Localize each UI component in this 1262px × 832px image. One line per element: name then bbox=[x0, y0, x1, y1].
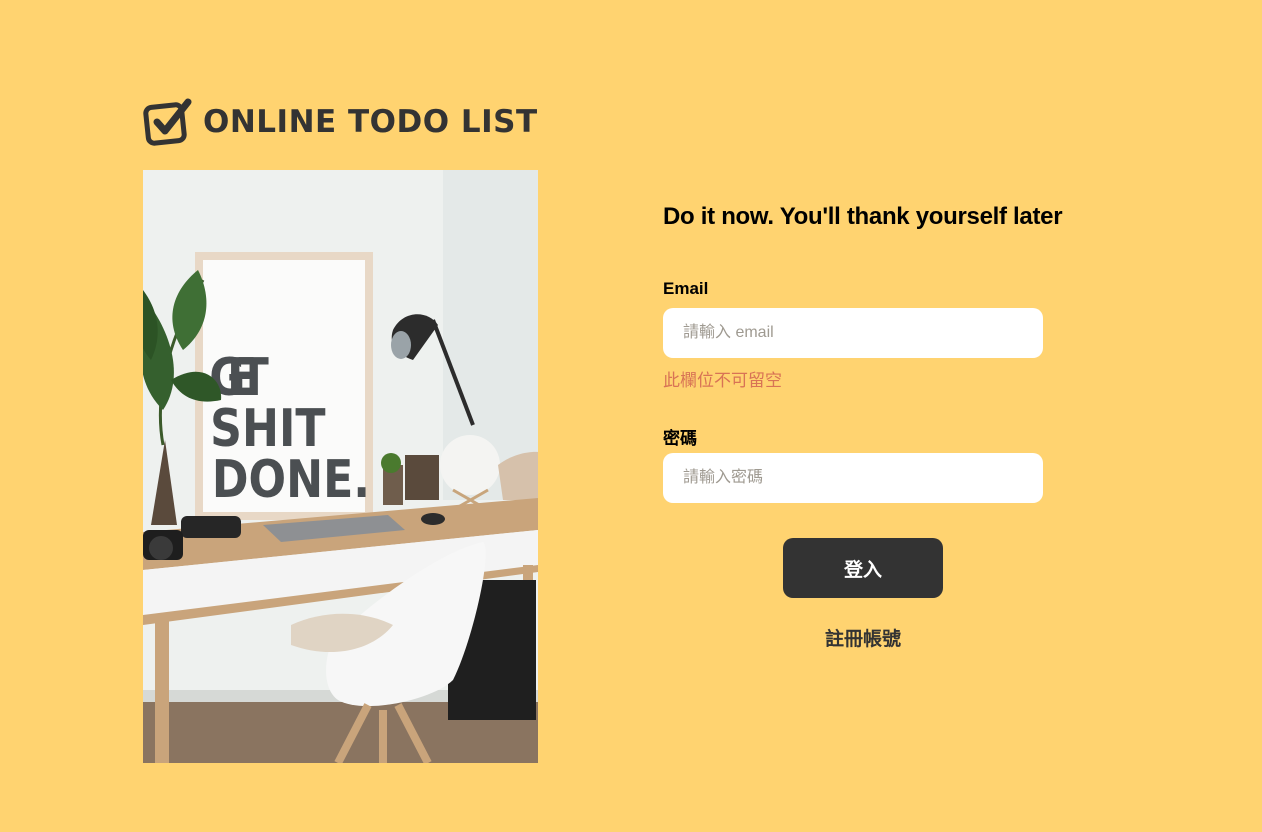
page-headline: Do it now. You'll thank yourself later bbox=[663, 203, 1063, 230]
workspace-photo: GET SHIT DONE. bbox=[143, 170, 538, 763]
email-error-message: 此欄位不可留空 bbox=[663, 371, 782, 390]
email-input[interactable] bbox=[663, 308, 1043, 358]
login-button[interactable]: 登入 bbox=[783, 538, 943, 598]
signup-link[interactable]: 註冊帳號 bbox=[783, 624, 943, 651]
brand-name: ONLINE TODO LIST bbox=[203, 104, 538, 140]
password-label: 密碼 bbox=[663, 429, 697, 448]
brand-logo: ONLINE TODO LIST bbox=[143, 96, 538, 148]
svg-text:DONE.: DONE. bbox=[212, 450, 370, 510]
checkbox-icon bbox=[143, 98, 192, 146]
email-label: Email bbox=[663, 279, 709, 298]
password-input[interactable] bbox=[663, 453, 1043, 503]
